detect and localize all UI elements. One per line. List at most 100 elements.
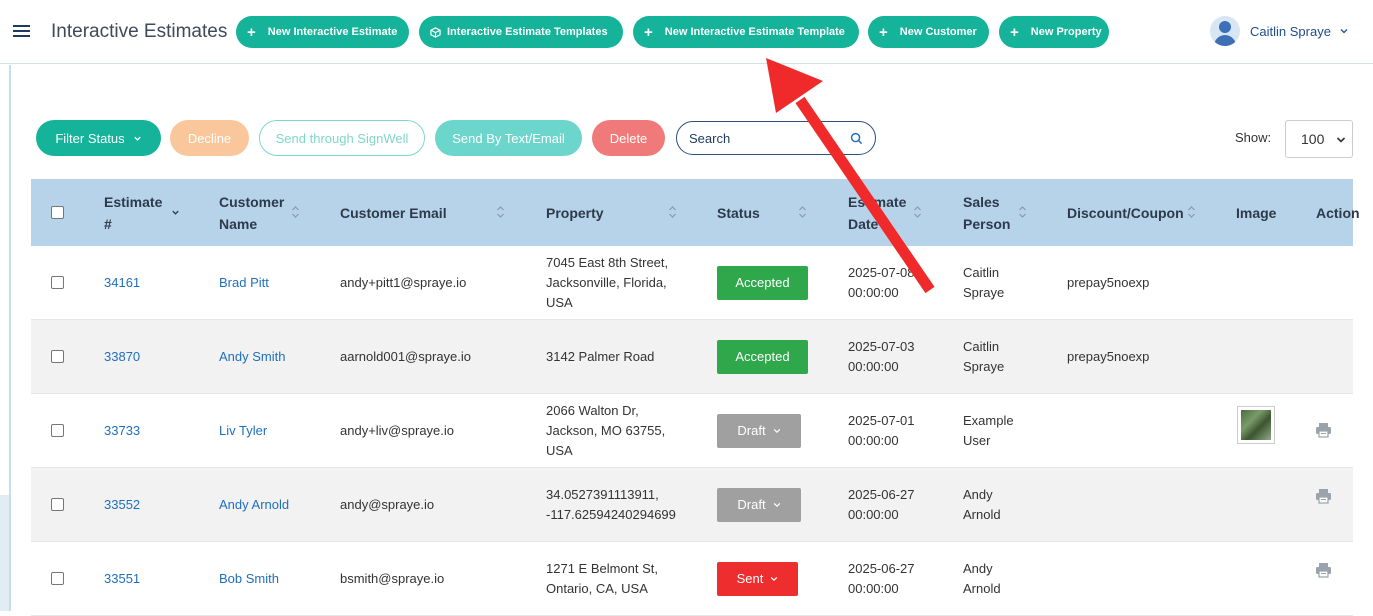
time-line: 00:00:00 [848, 506, 899, 522]
col-label: Person [963, 215, 1011, 232]
customer-email-cell: andy+pitt1@spraye.io [340, 274, 467, 290]
sort-icon[interactable] [1187, 205, 1196, 219]
user-name: Caitlin Spraye [1250, 23, 1331, 39]
page-title: Interactive Estimates [51, 21, 228, 42]
status-badge[interactable]: Sent [717, 561, 798, 596]
status-label: Draft [737, 497, 766, 512]
print-icon[interactable] [1315, 488, 1332, 504]
property-line: USA [546, 294, 573, 310]
sales-person-cell: Andy Arnold [963, 468, 1001, 541]
customer-name-link[interactable]: Brad Pitt [219, 273, 269, 293]
sort-icon[interactable] [1018, 205, 1027, 219]
col-customer-email[interactable]: Customer Email [340, 179, 447, 246]
search-box[interactable] [676, 121, 876, 155]
status-label: Sent [736, 571, 764, 586]
estimates-table: Estimate # Customer Name Customer Email Pr… [31, 179, 1360, 616]
col-label: Date [848, 215, 879, 232]
cube-icon [430, 26, 441, 38]
property-line: 2066 Walton Dr, [546, 402, 639, 418]
col-estimate-number[interactable]: Estimate # [104, 179, 162, 246]
page-size-value: 100 [1301, 131, 1325, 147]
left-scroll-track[interactable] [0, 495, 9, 611]
row-checkbox[interactable] [51, 498, 64, 511]
property-cell: 2066 Walton Dr, Jackson, MO 63755, USA [546, 394, 665, 467]
table-row[interactable]: 33552 Andy Arnold andy@spraye.io 34.0527391… [31, 468, 1353, 542]
status-badge[interactable]: Accepted [717, 339, 808, 374]
table-row[interactable]: 34161 Brad Pitt andy+pitt1@spraye.io 7045 E… [31, 246, 1353, 320]
property-line: 7045 East 8th Street, [546, 254, 669, 270]
status-label: Draft [737, 423, 766, 438]
estimate-number-link[interactable]: 34161 [104, 273, 140, 293]
plus-icon: + [879, 23, 888, 41]
new-customer-button[interactable]: + New Customer [868, 16, 989, 48]
button-label: Interactive Estimate Templates [447, 26, 608, 38]
decline-button[interactable]: Decline [170, 120, 249, 156]
send-by-text-email-button[interactable]: Send By Text/Email [435, 120, 582, 156]
sales-last-name: Spraye [963, 358, 1005, 374]
estimate-number-cell: 33552 [104, 468, 140, 541]
customer-name-link[interactable]: Bob Smith [219, 569, 279, 589]
send-through-signwell-button[interactable]: Send through SignWell [259, 120, 425, 156]
col-discount-coupon[interactable]: Discount/Coupon [1067, 179, 1184, 246]
button-label: New Interactive Estimate Template [664, 26, 845, 38]
table-row[interactable]: 33551 Bob Smith bsmith@spraye.io 1271 E Bel… [31, 542, 1353, 616]
sort-icon[interactable] [913, 205, 922, 219]
property-cell: 3142 Palmer Road [546, 320, 654, 393]
hamburger-menu-icon[interactable] [13, 25, 30, 38]
sort-icon[interactable] [496, 205, 505, 219]
date-line: 2025-07-08 [848, 264, 915, 280]
col-image: Image [1236, 204, 1277, 221]
row-checkbox[interactable] [51, 572, 64, 585]
date-line: 2025-07-01 [848, 412, 915, 428]
select-all-checkbox[interactable] [51, 206, 64, 219]
status-badge[interactable]: Accepted [717, 265, 808, 300]
table-row[interactable]: 33733 Liv Tyler andy+liv@spraye.io 2066 Wal… [31, 394, 1353, 468]
plus-icon: + [644, 23, 653, 41]
sort-icon[interactable] [798, 205, 807, 219]
estimate-number-link[interactable]: 33733 [104, 421, 140, 441]
search-icon[interactable] [850, 132, 863, 145]
customer-name-link[interactable]: Andy Arnold [219, 495, 289, 515]
row-checkbox[interactable] [51, 424, 64, 437]
estimate-number-link[interactable]: 33552 [104, 495, 140, 515]
table-row[interactable]: 33870 Andy Smith aarnold001@spraye.io 3142 … [31, 320, 1353, 394]
search-input[interactable] [689, 130, 849, 146]
status-label: Accepted [735, 275, 790, 290]
new-property-button[interactable]: + New Property [999, 16, 1109, 48]
show-label: Show: [1235, 130, 1272, 145]
sort-desc-icon[interactable] [171, 208, 180, 217]
customer-name-link[interactable]: Andy Smith [219, 347, 285, 367]
sort-icon[interactable] [291, 205, 300, 219]
estimate-number-cell: 33733 [104, 394, 140, 467]
status-badge[interactable]: Draft [717, 413, 801, 448]
chevron-down-icon [773, 502, 780, 507]
new-interactive-estimate-template-button[interactable]: + New Interactive Estimate Template [633, 16, 859, 48]
col-status[interactable]: Status [717, 179, 760, 246]
print-icon[interactable] [1315, 422, 1332, 438]
property-cell: 34.0527391113911, -117.62594240294699 [546, 468, 676, 541]
time-line: 00:00:00 [848, 580, 899, 596]
interactive-estimate-templates-button[interactable]: Interactive Estimate Templates [419, 16, 623, 48]
status-badge[interactable]: Draft [717, 487, 801, 522]
sort-icon[interactable] [668, 205, 677, 219]
page-size-select[interactable]: 100 [1285, 120, 1353, 158]
col-label: Sales [963, 193, 1000, 210]
delete-button[interactable]: Delete [592, 120, 665, 156]
estimate-number-link[interactable]: 33551 [104, 569, 140, 589]
col-customer-name[interactable]: Customer Name [219, 179, 284, 246]
user-menu[interactable]: Caitlin Spraye [1210, 16, 1349, 46]
col-property[interactable]: Property [546, 179, 604, 246]
row-checkbox[interactable] [51, 350, 64, 363]
sales-person-cell: Caitlin Spraye [963, 320, 1004, 393]
row-checkbox[interactable] [51, 276, 64, 289]
customer-name-link[interactable]: Liv Tyler [219, 421, 267, 441]
property-image-thumbnail[interactable] [1237, 406, 1275, 444]
filter-status-button[interactable]: Filter Status [36, 120, 161, 156]
new-interactive-estimate-button[interactable]: + New Interactive Estimate [236, 16, 409, 48]
sales-first-name: Caitlin [963, 338, 1000, 354]
estimate-number-link[interactable]: 33870 [104, 347, 140, 367]
col-sales-person[interactable]: Sales Person [963, 179, 1010, 246]
property-cell: 7045 East 8th Street, Jacksonville, Flori… [546, 246, 668, 319]
col-estimate-date[interactable]: Estimate Date [848, 179, 906, 246]
print-icon[interactable] [1315, 562, 1332, 578]
